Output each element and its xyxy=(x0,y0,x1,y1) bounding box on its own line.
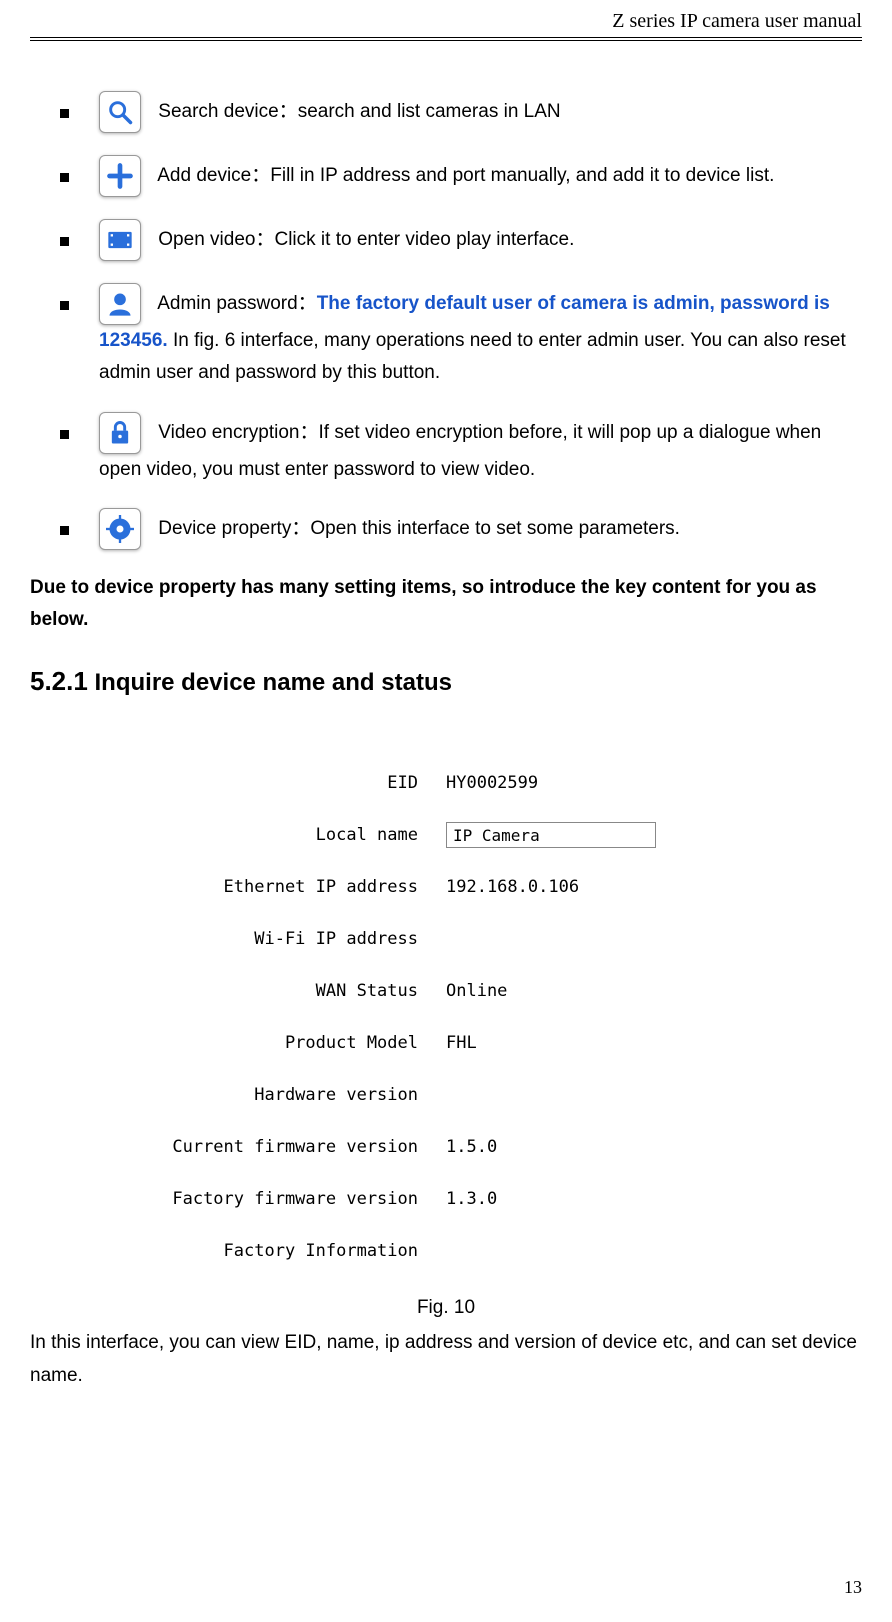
value-eid: HY0002599 xyxy=(446,773,736,793)
plus-icon xyxy=(99,155,141,197)
gear-icon xyxy=(99,508,141,550)
row-fac-fw: Factory firmware version 1.3.0 xyxy=(156,1173,736,1225)
row-cur-fw: Current firmware version 1.5.0 xyxy=(156,1121,736,1173)
feature-label: Add device： xyxy=(157,165,270,186)
bullet-icon xyxy=(60,237,69,246)
bullet-icon xyxy=(60,173,69,182)
label-wifi-ip: Wi-Fi IP address xyxy=(156,929,446,949)
feature-item-video: Open video：Click it to enter video play … xyxy=(60,219,862,261)
feature-label: Open video： xyxy=(158,229,274,250)
bullet-icon xyxy=(60,301,69,310)
feature-tail: In fig. 6 interface, many operations nee… xyxy=(99,330,846,383)
bullet-icon xyxy=(60,109,69,118)
film-icon xyxy=(99,219,141,261)
feature-desc: Fill in IP address and port manually, an… xyxy=(270,165,774,186)
row-eth-ip: Ethernet IP address 192.168.0.106 xyxy=(156,861,736,913)
feature-item-add: Add device：Fill in IP address and port m… xyxy=(60,155,862,197)
label-model: Product Model xyxy=(156,1033,446,1053)
local-name-input[interactable] xyxy=(446,822,656,848)
section-heading: 5.2.1 Inquire device name and status xyxy=(30,666,862,697)
feature-label: Search device： xyxy=(158,101,297,122)
doc-header: Z series IP camera user manual xyxy=(30,10,862,38)
section-title: Inquire device name and status xyxy=(95,669,452,696)
row-wifi-ip: Wi-Fi IP address xyxy=(156,913,736,965)
feature-label: Device property： xyxy=(158,518,310,539)
bullet-icon xyxy=(60,430,69,439)
label-local-name: Local name xyxy=(156,825,446,845)
label-fac-fw: Factory firmware version xyxy=(156,1189,446,1209)
feature-label: Video encryption： xyxy=(158,422,318,443)
section-number: 5.2.1 xyxy=(30,666,88,696)
row-local-name: Local name xyxy=(156,809,736,861)
label-cur-fw: Current firmware version xyxy=(156,1137,446,1157)
feature-desc: Click it to enter video play interface. xyxy=(274,229,574,250)
row-fac-info: Factory Information xyxy=(156,1225,736,1277)
feature-list: Search device：search and list cameras in… xyxy=(30,91,862,550)
feature-item-admin: Admin password：The factory default user … xyxy=(60,283,862,390)
value-model: FHL xyxy=(446,1033,736,1053)
figure-caption: Fig. 10 xyxy=(30,1297,862,1319)
label-wan-status: WAN Status xyxy=(156,981,446,1001)
row-hw-version: Hardware version xyxy=(156,1069,736,1121)
feature-item-encrypt: Video encryption：If set video encryption… xyxy=(60,412,862,486)
label-eid: EID xyxy=(156,773,446,793)
feature-desc: Open this interface to set some paramete… xyxy=(310,518,680,539)
bullet-icon xyxy=(60,526,69,535)
feature-label: Admin password： xyxy=(157,293,316,314)
feature-item-search: Search device：search and list cameras in… xyxy=(60,91,862,133)
row-wan-status: WAN Status Online xyxy=(156,965,736,1017)
feature-item-property: Device property：Open this interface to s… xyxy=(60,508,862,550)
label-fac-info: Factory Information xyxy=(156,1241,446,1261)
label-hw-version: Hardware version xyxy=(156,1085,446,1105)
header-rule xyxy=(30,40,862,41)
value-cur-fw: 1.5.0 xyxy=(446,1137,736,1157)
value-wan-status: Online xyxy=(446,981,736,1001)
search-icon xyxy=(99,91,141,133)
closing-paragraph: In this interface, you can view EID, nam… xyxy=(30,1327,862,1392)
page-number: 13 xyxy=(844,1577,862,1598)
lock-icon xyxy=(99,412,141,454)
row-model: Product Model FHL xyxy=(156,1017,736,1069)
value-fac-fw: 1.3.0 xyxy=(446,1189,736,1209)
device-info-panel: EID HY0002599 Local name Ethernet IP add… xyxy=(156,757,736,1277)
value-eth-ip: 192.168.0.106 xyxy=(446,877,736,897)
row-eid: EID HY0002599 xyxy=(156,757,736,809)
note-paragraph: Due to device property has many setting … xyxy=(30,572,862,637)
user-icon xyxy=(99,283,141,325)
label-eth-ip: Ethernet IP address xyxy=(156,877,446,897)
feature-desc: search and list cameras in LAN xyxy=(298,101,561,122)
